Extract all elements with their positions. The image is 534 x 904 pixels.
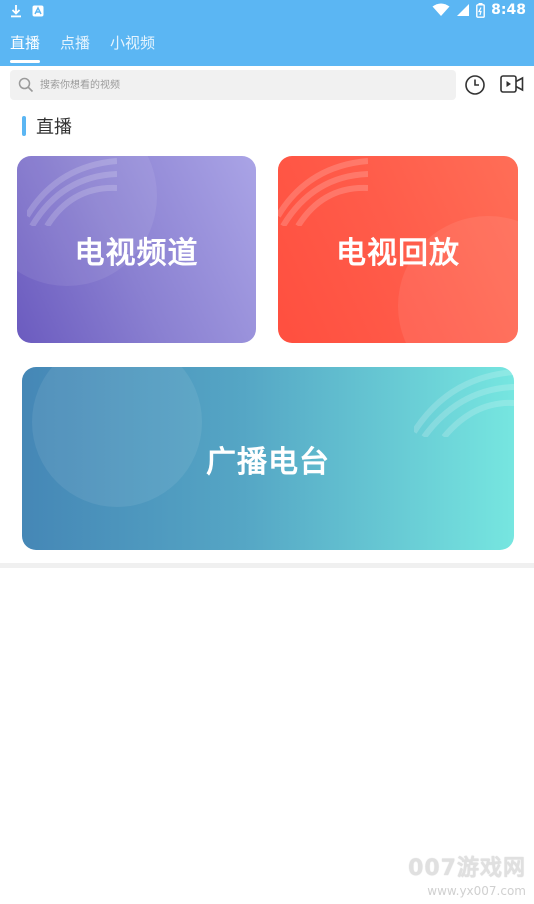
top-tabs: 直播 点播 小视频 — [0, 30, 165, 66]
card-label: 电视频道 — [74, 235, 199, 271]
download-icon — [11, 5, 21, 18]
tab-label: 小视频 — [110, 34, 156, 52]
decor-lines — [278, 158, 368, 226]
decor-circle — [32, 367, 202, 507]
section-accent-bar — [22, 116, 26, 136]
section-header: 直播 — [22, 114, 72, 138]
tab-label: 直播 — [10, 34, 41, 52]
notification-a-icon — [32, 5, 44, 17]
battery-icon — [476, 2, 486, 18]
tab-label: 点播 — [60, 34, 91, 52]
section-title: 直播 — [36, 117, 72, 138]
watermark-text: 007游戏网 — [408, 856, 526, 881]
radio-card[interactable]: 广播电台 — [22, 367, 514, 550]
tv-replay-card[interactable]: 电视回放 — [278, 156, 518, 343]
app-screen: 8:48 直播 点播 小视频 搜索你想看的视频 直播 电视频道 电视回放 广播电… — [0, 0, 534, 904]
tab-live[interactable]: 直播 — [0, 30, 50, 66]
wifi-icon — [432, 3, 450, 16]
tab-on-demand[interactable]: 点播 — [50, 30, 100, 66]
status-bar: 8:48 — [0, 0, 534, 24]
search-box[interactable] — [10, 70, 456, 100]
signal-icon — [457, 4, 470, 16]
watermark-url: www.yx007.com — [427, 884, 526, 898]
card-label: 广播电台 — [206, 444, 330, 480]
clock-icon[interactable] — [464, 74, 486, 96]
active-tab-indicator — [10, 60, 41, 63]
search-row — [0, 66, 534, 104]
watermark: 007游戏网 www.yx007.com — [408, 850, 526, 898]
decor-lines — [414, 369, 514, 437]
tv-channels-card[interactable]: 电视频道 — [17, 156, 256, 343]
search-icon — [18, 77, 34, 93]
top-bar: 8:48 直播 点播 小视频 — [0, 0, 534, 66]
section-divider — [0, 563, 534, 568]
card-label: 电视回放 — [336, 235, 460, 271]
tab-short-video[interactable]: 小视频 — [100, 30, 165, 66]
decor-lines — [27, 158, 117, 226]
search-input[interactable] — [40, 70, 440, 100]
clock-time: 8:48 — [491, 2, 526, 18]
video-camera-icon[interactable] — [500, 74, 524, 94]
